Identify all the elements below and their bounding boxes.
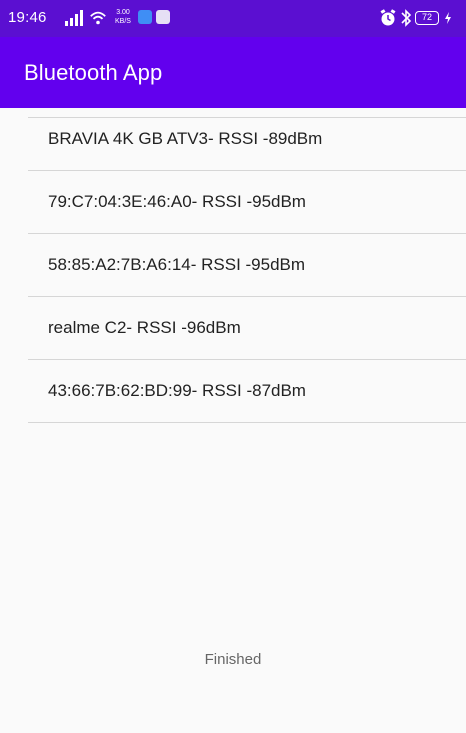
device-label: 43:66:7B:62:BD:99- RSSI -87dBm [48, 381, 306, 400]
network-speed-indicator: 3.00 KB/S [112, 8, 134, 28]
battery-icon: 72 [415, 11, 439, 25]
device-label: 58:85:A2:7B:A6:14- RSSI -95dBm [48, 255, 306, 274]
app-toolbar: Bluetooth App [0, 37, 466, 108]
signal-icon [65, 10, 83, 26]
device-list-item[interactable]: 58:85:A2:7B:A6:14- RSSI -95dBm [28, 234, 466, 297]
device-label: 79:C7:04:3E:46:A0- RSSI -95dBm [48, 192, 306, 211]
status-time: 19:46 [8, 9, 47, 26]
speed-unit: KB/S [115, 18, 131, 25]
device-list-item[interactable]: BRAVIA 4K GB ATV3- RSSI -89dBm [28, 108, 466, 171]
wifi-icon [90, 11, 106, 25]
scan-status-text: Finished [204, 651, 262, 668]
app-title: Bluetooth App [24, 60, 163, 85]
device-list[interactable]: BRAVIA 4K GB ATV3- RSSI -89dBm 79:C7:04:… [28, 108, 466, 423]
device-list-item[interactable]: 43:66:7B:62:BD:99- RSSI -87dBm [28, 360, 466, 423]
screen: 19:46 3.00 KB/S 72 Bluetooth App BRAVIA … [0, 0, 466, 733]
device-list-item[interactable]: realme C2- RSSI -96dBm [28, 297, 466, 360]
bluetooth-icon [401, 9, 412, 27]
battery-level: 72 [421, 12, 432, 22]
device-list-item[interactable]: 79:C7:04:3E:46:A0- RSSI -95dBm [28, 171, 466, 234]
charging-icon [445, 12, 451, 24]
alarm-icon [380, 9, 396, 26]
status-bar: 19:46 3.00 KB/S 72 [0, 0, 466, 37]
speed-value: 3.00 [116, 9, 130, 16]
app-notification-icon [138, 10, 152, 24]
photo-notification-icon [156, 10, 170, 24]
device-label: BRAVIA 4K GB ATV3- RSSI -89dBm [48, 129, 323, 148]
device-label: realme C2- RSSI -96dBm [48, 318, 241, 337]
